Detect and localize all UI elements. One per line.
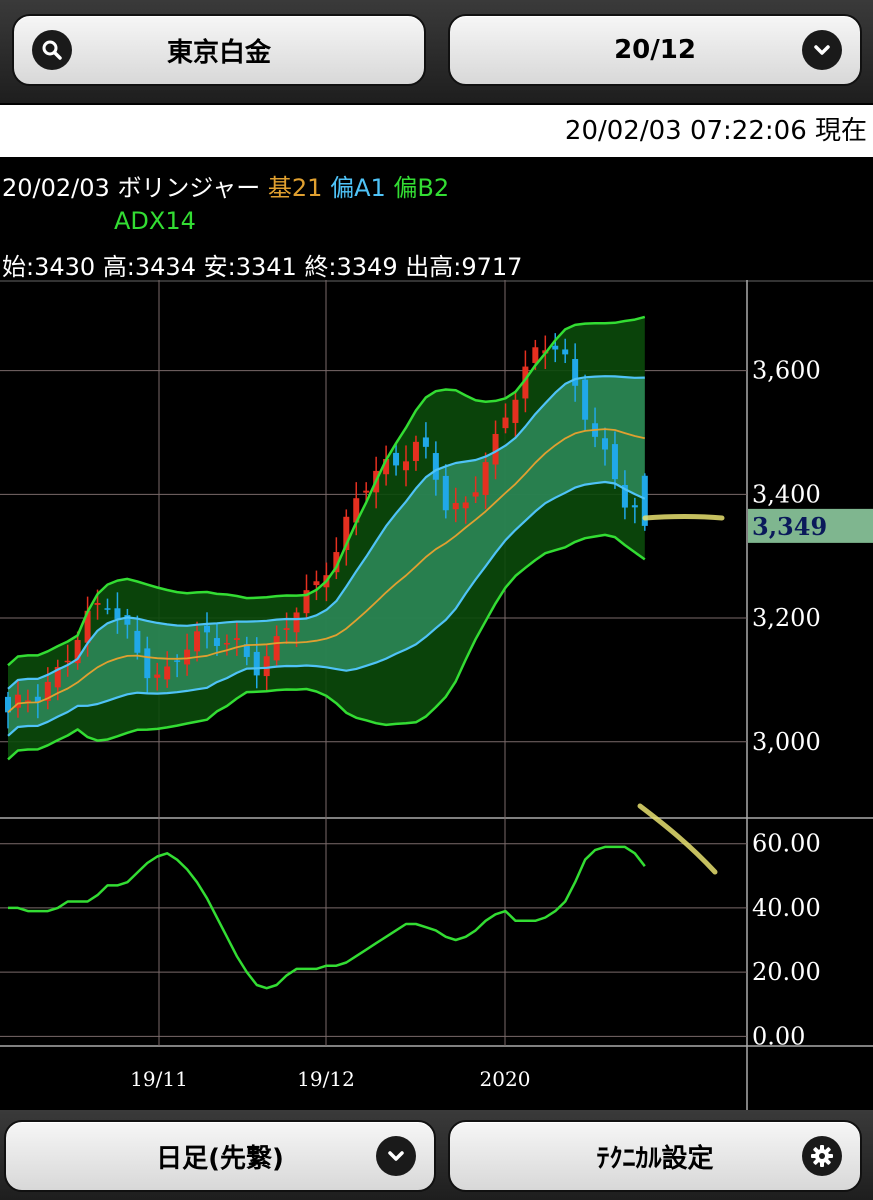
candle-body — [213, 638, 220, 646]
candle-body — [114, 608, 121, 619]
candle-body — [611, 444, 618, 480]
candle-body — [263, 656, 270, 677]
ohlc-readout: 始:3430 高:3434 安:3341 終:3349 出高:9717 — [2, 247, 522, 282]
candle-body — [293, 612, 300, 633]
candle-body — [253, 651, 260, 676]
candle-body — [134, 630, 141, 653]
ohlc-low: 安:3341 — [203, 253, 297, 281]
candle-body — [442, 475, 449, 511]
candle-body — [174, 660, 181, 662]
candle-body — [204, 625, 210, 633]
date-tick-label: 19/11 — [130, 1067, 188, 1091]
symbol-label: 東京白金 — [166, 37, 271, 68]
legend-date: 20/02/03 — [2, 174, 110, 202]
price-tick-label: 3,200 — [752, 604, 821, 632]
candle-body — [94, 603, 101, 605]
candle-body — [602, 438, 608, 450]
candle-body — [194, 631, 201, 652]
timeframe-selector[interactable]: 日足(先繋) — [4, 1120, 436, 1192]
adx-tick-label: 0.00 — [752, 1022, 805, 1050]
candle-body — [273, 636, 280, 661]
candle-body — [631, 505, 638, 508]
top-bar: 東京白金 20/12 — [0, 0, 873, 103]
timestamp: 20/02/03 07:22:06 現在 — [564, 116, 867, 146]
ohlc-volume: 出高:9717 — [405, 253, 523, 281]
candle-body — [422, 437, 429, 447]
timeframe-label: 日足(先繋) — [156, 1143, 284, 1174]
candle-body — [502, 417, 509, 429]
adx-tick-label: 20.00 — [752, 958, 821, 986]
ohlc-open: 始:3430 — [2, 253, 96, 281]
date-tick-label: 19/12 — [297, 1067, 355, 1091]
candle-body — [154, 674, 161, 678]
adx-tick-label: 40.00 — [752, 894, 821, 922]
symbol-selector-button[interactable]: 東京白金 — [12, 14, 426, 86]
candle-body — [582, 379, 589, 420]
contract-month-selector[interactable]: 20/12 — [448, 14, 862, 86]
legend-dev-a: 偏A1 — [330, 174, 386, 202]
candle-body — [164, 666, 171, 680]
price-tick-label: 3,600 — [752, 357, 821, 385]
timestamp-bar: 20/02/03 07:22:06 現在 — [0, 105, 873, 157]
price-tick-label: 3,400 — [752, 480, 821, 508]
candle-body — [532, 347, 539, 363]
candle-body — [432, 453, 439, 480]
adx-tick-label: 60.00 — [752, 830, 821, 858]
legend-base: 基21 — [267, 174, 323, 202]
candle-body — [412, 441, 419, 462]
candle-body — [184, 649, 191, 665]
legend-adx: ADX14 — [114, 207, 196, 235]
candle-body — [472, 492, 479, 497]
candle-body — [393, 452, 400, 466]
candle-body — [313, 581, 320, 586]
technical-settings-label: ﾃｸﾆｶﾙ設定 — [596, 1143, 714, 1174]
candle-body — [223, 642, 230, 645]
last-price-label: 3,349 — [752, 512, 827, 541]
chevron-down-icon — [802, 30, 842, 70]
ohlc-close: 終:3349 — [304, 253, 398, 281]
candle-body — [283, 628, 290, 630]
candle-body — [512, 399, 519, 423]
technical-settings-button[interactable]: ﾃｸﾆｶﾙ設定 — [448, 1120, 862, 1192]
candle-body — [462, 502, 469, 509]
legend-indicator-name: ボリンジャー — [117, 174, 261, 202]
search-icon — [32, 30, 72, 70]
candle-body — [144, 648, 151, 679]
bottom-bar: 日足(先繋) ﾃｸﾆｶﾙ設定 — [0, 1110, 873, 1200]
chevron-down-icon — [376, 1136, 416, 1176]
chart-area[interactable]: 3,600 3,400 3,200 3,000 60.00 40.00 20.00 0.00 3… — [0, 280, 873, 1110]
contract-month-label: 20/12 — [614, 35, 696, 65]
gear-icon — [802, 1136, 842, 1176]
candle-body — [233, 638, 240, 640]
candle-body — [363, 490, 370, 493]
candle-body — [104, 608, 111, 610]
candle-body — [552, 345, 559, 350]
price-tick-label: 3,000 — [752, 728, 821, 756]
candle-body — [64, 660, 71, 663]
ohlc-high: 高:3434 — [102, 253, 196, 281]
candle-body — [562, 349, 569, 355]
date-tick-label: 2020 — [480, 1067, 531, 1091]
legend-dev-b: 偏B2 — [393, 174, 450, 202]
candle-body — [572, 359, 579, 386]
candle-body — [452, 503, 459, 510]
candle-body — [403, 461, 409, 471]
candle-body — [482, 462, 489, 495]
indicator-legend: 20/02/03 ボリンジャー 基21 偏A1 偏B2 — [2, 168, 449, 203]
annotation-stroke — [637, 803, 718, 875]
annotation-stroke — [642, 514, 725, 521]
